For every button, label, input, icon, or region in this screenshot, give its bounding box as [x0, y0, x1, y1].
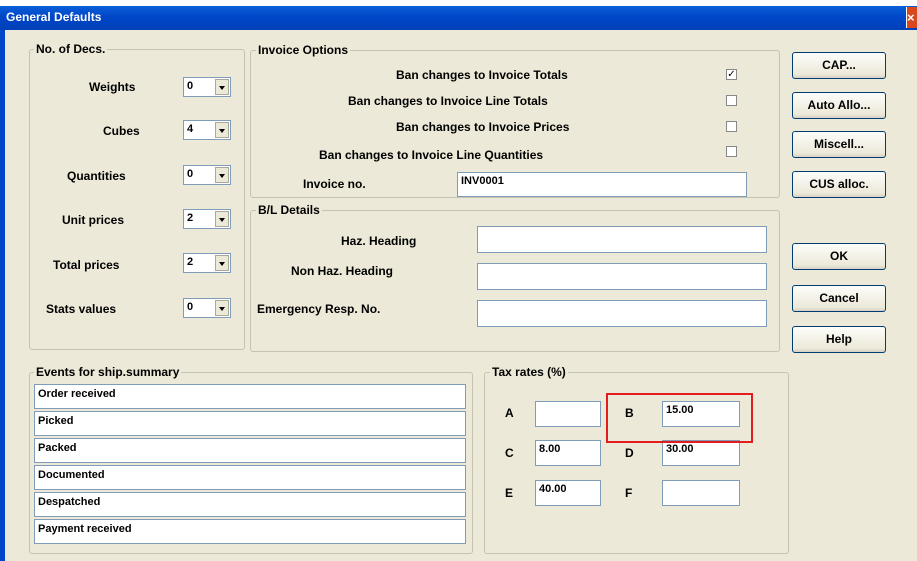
window-title: General Defaults — [6, 10, 102, 24]
chevron-down-icon[interactable] — [215, 255, 229, 271]
weights-label: Weights — [89, 80, 136, 94]
weights-value: 0 — [187, 80, 194, 92]
chevron-down-icon[interactable] — [215, 211, 229, 227]
cubes-value: 4 — [187, 123, 194, 135]
tax-rates-legend: Tax rates (%) — [490, 365, 568, 379]
ban-invoice-prices-checkbox[interactable] — [726, 121, 737, 132]
unit-prices-select[interactable]: 2 — [183, 209, 231, 229]
event-field[interactable]: Despatched — [34, 492, 466, 517]
ban-invoice-prices-label: Ban changes to Invoice Prices — [396, 120, 570, 134]
cubes-select[interactable]: 4 — [183, 120, 231, 140]
tax-e-label: E — [505, 486, 514, 500]
chevron-down-icon[interactable] — [215, 167, 229, 183]
total-prices-select[interactable]: 2 — [183, 253, 231, 273]
quantities-value: 0 — [187, 168, 194, 180]
highlight-box — [606, 393, 753, 443]
stats-values-value: 0 — [187, 301, 194, 313]
ban-invoice-totals-label: Ban changes to Invoice Totals — [396, 68, 568, 82]
tax-f-label: F — [625, 486, 633, 500]
ban-invoice-line-totals-label: Ban changes to Invoice Line Totals — [348, 94, 548, 108]
invoice-no-label: Invoice no. — [303, 177, 366, 191]
event-field[interactable]: Documented — [34, 465, 466, 490]
non-haz-heading-input[interactable] — [477, 263, 767, 290]
emergency-resp-label: Emergency Resp. No. — [257, 302, 381, 316]
total-prices-value: 2 — [187, 256, 194, 268]
help-button[interactable]: Help — [792, 326, 886, 353]
tax-d-label: D — [625, 446, 634, 460]
quantities-label: Quantities — [67, 169, 126, 183]
unit-prices-label: Unit prices — [62, 213, 125, 227]
event-field[interactable]: Picked — [34, 411, 466, 436]
event-field[interactable]: Payment received — [34, 519, 466, 544]
haz-heading-label: Haz. Heading — [341, 234, 417, 248]
tax-f-input[interactable] — [662, 480, 740, 506]
weights-select[interactable]: 0 — [183, 77, 231, 97]
window-border — [0, 30, 5, 561]
total-prices-label: Total prices — [53, 258, 120, 272]
chevron-down-icon[interactable] — [215, 122, 229, 138]
tax-c-label: C — [505, 446, 514, 460]
event-field[interactable]: Packed — [34, 438, 466, 463]
tax-a-input[interactable] — [535, 401, 601, 427]
title-bar — [0, 6, 917, 30]
chevron-down-icon[interactable] — [215, 300, 229, 316]
events-legend: Events for ship.summary — [34, 365, 182, 379]
quantities-select[interactable]: 0 — [183, 165, 231, 185]
cancel-button[interactable]: Cancel — [792, 285, 886, 312]
miscell-button[interactable]: Miscell... — [792, 131, 886, 158]
tax-e-input[interactable]: 40.00 — [535, 480, 601, 506]
haz-heading-input[interactable] — [477, 226, 767, 253]
stats-values-select[interactable]: 0 — [183, 298, 231, 318]
cap-button[interactable]: CAP... — [792, 52, 886, 79]
close-icon[interactable]: × — [906, 7, 917, 28]
emergency-resp-input[interactable] — [477, 300, 767, 327]
unit-prices-value: 2 — [187, 212, 194, 224]
tax-d-input[interactable]: 30.00 — [662, 440, 740, 466]
auto-allo-button[interactable]: Auto Allo... — [792, 92, 886, 119]
invoice-no-input[interactable]: INV0001 — [457, 172, 747, 197]
cus-alloc-button[interactable]: CUS alloc. — [792, 171, 886, 198]
cubes-label: Cubes — [103, 124, 140, 138]
ban-invoice-line-quantities-label: Ban changes to Invoice Line Quantities — [319, 148, 544, 162]
invoice-options-legend: Invoice Options — [256, 43, 351, 57]
ban-invoice-totals-checkbox[interactable]: ✓ — [726, 69, 737, 80]
tax-a-label: A — [505, 406, 514, 420]
ok-button[interactable]: OK — [792, 243, 886, 270]
event-field[interactable]: Order received — [34, 384, 466, 409]
bl-details-legend: B/L Details — [256, 203, 322, 217]
tax-c-input[interactable]: 8.00 — [535, 440, 601, 466]
decimals-legend: No. of Decs. — [34, 42, 108, 56]
check-icon: ✓ — [727, 69, 736, 80]
chevron-down-icon[interactable] — [215, 79, 229, 95]
non-haz-heading-label: Non Haz. Heading — [291, 264, 394, 278]
ban-invoice-line-quantities-checkbox[interactable] — [726, 146, 737, 157]
stats-values-label: Stats values — [46, 302, 117, 316]
ban-invoice-line-totals-checkbox[interactable] — [726, 95, 737, 106]
